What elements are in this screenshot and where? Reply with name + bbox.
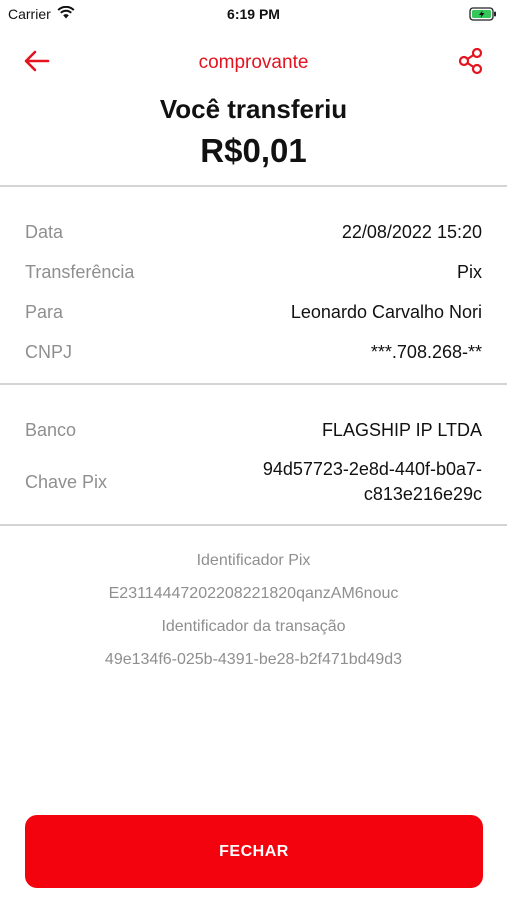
detail-row-date: Data 22/08/2022 15:20 bbox=[25, 220, 482, 244]
detail-row-recipient: Para Leonardo Carvalho Nori bbox=[25, 300, 482, 324]
share-button[interactable] bbox=[457, 46, 485, 76]
detail-value: Pix bbox=[456, 261, 482, 282]
detail-row-transfer-type: Transferência Pix bbox=[25, 260, 482, 284]
divider bbox=[0, 185, 507, 187]
transfer-heading: Você transferiu bbox=[159, 94, 348, 124]
battery-charging-icon bbox=[469, 7, 497, 26]
detail-label: Transferência bbox=[25, 261, 135, 282]
status-bar: Carrier 6:19 PM bbox=[0, 0, 507, 28]
close-button[interactable]: FECHAR bbox=[25, 815, 483, 888]
detail-value: ***.708.268-** bbox=[370, 341, 482, 362]
transaction-identifier-label: Identificador da transação bbox=[161, 618, 346, 635]
bank-value: FLAGSHIP IP LTDA bbox=[321, 419, 482, 440]
detail-row-pix-key: Chave Pix 94d57723-2e8d-440f-b0a7- c813e… bbox=[25, 456, 482, 508]
pix-key-label: Chave Pix bbox=[25, 471, 108, 492]
detail-label: CNPJ bbox=[25, 341, 73, 362]
detail-label: Data bbox=[25, 221, 64, 242]
divider bbox=[0, 383, 507, 385]
pix-key-line: c813e216e29c bbox=[363, 484, 482, 504]
transaction-identifier-value: 49e134f6-025b-4391-be28-b2f471bd49d3 bbox=[104, 651, 403, 668]
share-icon bbox=[458, 47, 483, 75]
divider bbox=[0, 524, 507, 526]
detail-value: 22/08/2022 15:20 bbox=[341, 221, 482, 242]
receipt-screen: Carrier 6:19 PM comprovante Você transfe… bbox=[0, 0, 507, 900]
pix-key-value: 94d57723-2e8d-440f-b0a7- c813e216e29c bbox=[263, 457, 482, 507]
pix-identifier-value: E23114447202208221820qanzAM6nouc bbox=[108, 585, 399, 602]
pix-key-line: 94d57723-2e8d-440f-b0a7- bbox=[262, 459, 482, 479]
transfer-amount: R$0,01 bbox=[200, 132, 307, 169]
pix-identifier-label: Identificador Pix bbox=[196, 552, 311, 569]
bank-label: Banco bbox=[25, 419, 77, 440]
detail-row-bank: Banco FLAGSHIP IP LTDA bbox=[25, 418, 482, 442]
nav-header: comprovante bbox=[0, 40, 507, 84]
detail-value: Leonardo Carvalho Nori bbox=[290, 301, 482, 322]
page-title: comprovante bbox=[198, 52, 309, 73]
status-time: 6:19 PM bbox=[227, 6, 280, 22]
detail-label: Para bbox=[25, 301, 64, 322]
detail-row-cnpj: CNPJ ***.708.268-** bbox=[25, 340, 482, 364]
